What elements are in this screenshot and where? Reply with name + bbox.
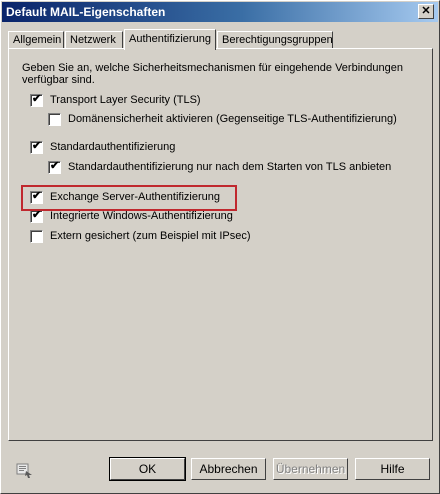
exchange-server-auth-checkbox[interactable]: ✔ (30, 190, 43, 204)
authentication-panel: Geben Sie an, welche Sicherheitsmechanis… (8, 48, 433, 441)
option-label: Integrierte Windows-Authentifizierung (50, 210, 233, 222)
tab-allgemein[interactable]: Allgemein (8, 31, 64, 49)
option-label: Domänensicherheit aktivieren (Gegenseiti… (68, 113, 397, 125)
close-icon: ✕ (421, 5, 431, 17)
basic-auth-checkbox[interactable]: ✔ (30, 140, 43, 154)
title-bar: Default MAIL-Eigenschaften ✕ (2, 2, 438, 22)
cancel-label: Abbrechen (199, 462, 258, 476)
apply-label: Übernehmen (275, 462, 346, 476)
check-icon: ✔ (32, 93, 42, 105)
check-icon: ✔ (32, 140, 42, 152)
integrated-windows-auth-checkbox[interactable]: ✔ (30, 209, 43, 223)
check-icon: ✔ (32, 190, 42, 202)
tab-berechtigungsgruppen[interactable]: Berechtigungsgruppen (217, 31, 333, 49)
help-icon (16, 463, 32, 478)
cancel-button[interactable]: Abbrechen (191, 458, 266, 480)
ok-button[interactable]: OK (109, 457, 186, 481)
ok-label: OK (138, 462, 157, 476)
help-button[interactable]: Hilfe (355, 458, 430, 480)
tab-netzwerk[interactable]: Netzwerk (65, 31, 123, 49)
properties-dialog: Default MAIL-Eigenschaften ✕ Allgemein N… (0, 0, 440, 494)
close-button[interactable]: ✕ (418, 4, 434, 19)
panel-description: Geben Sie an, welche Sicherheitsmechanis… (22, 62, 403, 86)
tab-authentifizierung[interactable]: Authentifizierung (124, 29, 216, 50)
option-label: Standardauthentifizierung (50, 141, 176, 153)
domain-security-checkbox[interactable] (48, 113, 61, 126)
option-label: Standardauthentifizierung nur nach dem S… (68, 161, 392, 173)
help-label: Hilfe (380, 462, 405, 476)
basic-auth-after-tls-checkbox[interactable]: ✔ (48, 160, 61, 174)
option-label: Transport Layer Security (TLS) (50, 94, 201, 106)
option-label: Exchange Server-Authentifizierung (50, 191, 220, 203)
apply-button[interactable]: Übernehmen (273, 458, 348, 480)
option-label: Extern gesichert (zum Beispiel mit IPsec… (50, 230, 251, 242)
externally-secured-checkbox[interactable] (30, 230, 43, 243)
window-title: Default MAIL-Eigenschaften (6, 5, 166, 19)
check-icon: ✔ (50, 160, 60, 172)
tls-checkbox[interactable]: ✔ (30, 93, 43, 107)
